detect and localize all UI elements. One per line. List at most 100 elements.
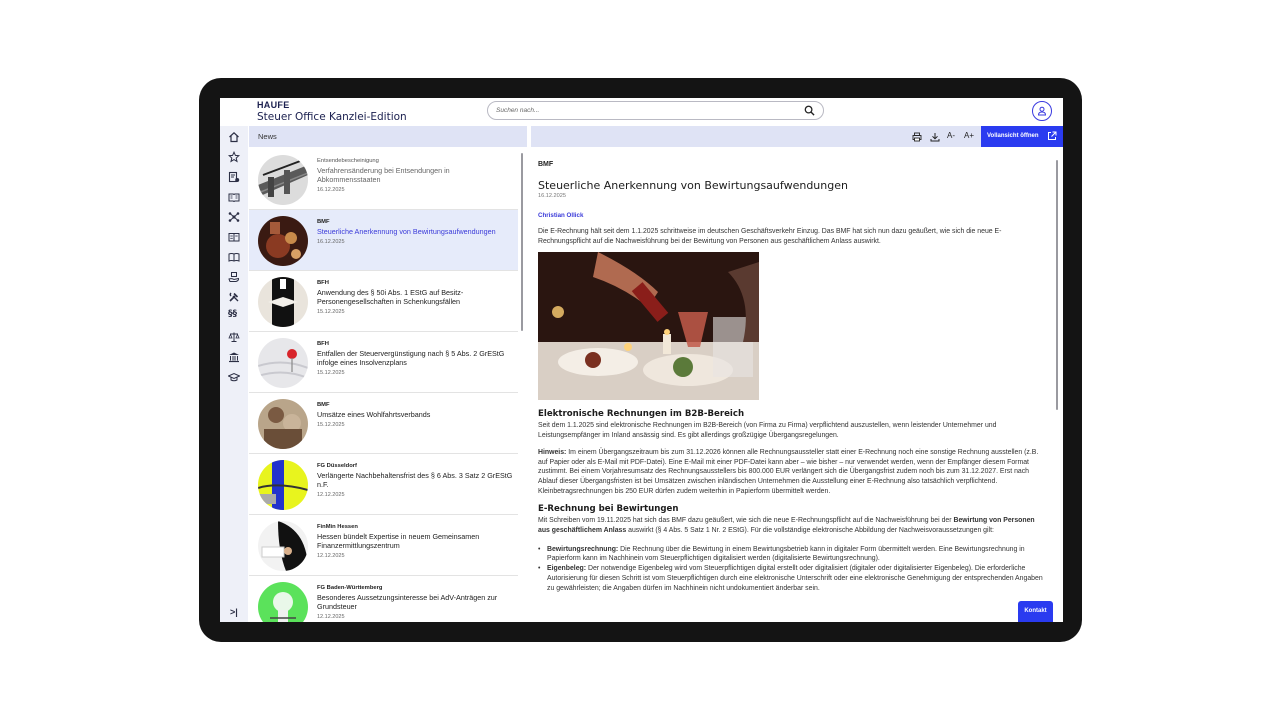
news-heading: News xyxy=(258,132,277,141)
network-icon[interactable] xyxy=(228,210,240,222)
book-icon[interactable] xyxy=(228,250,240,262)
news-title: Verlängerte Nachbehaltensfrist des § 6 A… xyxy=(317,471,513,489)
news-date: 15.12.2025 xyxy=(317,309,345,315)
fullview-button[interactable]: Vollansicht öffnen xyxy=(981,126,1063,147)
news-source: BFH xyxy=(317,341,329,347)
print-icon[interactable] xyxy=(912,132,922,142)
news-title: Verfahrensänderung bei Entsendungen in A… xyxy=(317,166,450,184)
article-image xyxy=(538,252,759,401)
news-thumbnail xyxy=(258,338,308,388)
news-source: BMF xyxy=(317,402,330,408)
search-icon[interactable] xyxy=(804,105,815,116)
news-thumbnail xyxy=(258,277,308,327)
app-window: HAUFE Steuer Office Kanzlei-Edition §§ >… xyxy=(220,98,1063,622)
article-intro: Die E-Rechnung hält seit dem 1.1.2025 sc… xyxy=(538,228,1002,245)
news-date: 16.12.2025 xyxy=(317,239,345,245)
news-title: Besonderes Aussetzungsinteresse bei AdV-… xyxy=(317,593,498,611)
news-source: FG Baden-Württemberg xyxy=(317,585,383,591)
list-item-text: Die Rechnung über die Bewirtung in einem… xyxy=(547,545,1025,563)
user-icon xyxy=(1037,106,1047,116)
news-thumbnail xyxy=(258,216,308,266)
news-title: Entfallen der Steuervergünstigung nach §… xyxy=(317,349,505,367)
search-input[interactable] xyxy=(496,104,796,117)
news-item[interactable]: BMF Umsätze eines Wohlfahrtsverbands 15.… xyxy=(249,393,518,454)
news-item-selected[interactable]: BMF Steuerliche Anerkennung von Bewirtun… xyxy=(249,210,518,271)
sidebar-collapse-toggle[interactable]: >| xyxy=(230,607,238,617)
sidebar: §§ >| xyxy=(220,126,248,622)
news-thumbnail xyxy=(258,155,308,205)
news-item[interactable]: FinMin Hessen Hessen bündelt Expertise i… xyxy=(249,515,518,576)
graduation-icon[interactable] xyxy=(227,370,241,382)
news-title: Anwendung des § 50i Abs. 1 EStG auf Besi… xyxy=(317,288,464,306)
article-author-link[interactable]: Christian Ollick xyxy=(538,212,1044,219)
article-toolbar: A- A+ Vollansicht öffnen xyxy=(531,126,1063,147)
home-icon[interactable] xyxy=(228,130,240,143)
tools-icon[interactable] xyxy=(228,290,240,302)
user-account-button[interactable] xyxy=(1032,101,1052,121)
list-item-text: Der notwendige Eigenbeleg wird vom Steue… xyxy=(547,565,1043,592)
paragraph-text: Mit Schreiben vom 19.11.2025 hat sich da… xyxy=(538,517,954,525)
article-content: BMF Steuerliche Anerkennung von Bewirtun… xyxy=(538,156,1044,622)
increase-font-button[interactable]: A+ xyxy=(964,131,974,140)
news-item[interactable]: Entsendebescheinigung Verfahrensänderung… xyxy=(249,149,518,210)
article-scrollbar[interactable] xyxy=(1056,160,1058,410)
paragraph-icon[interactable]: §§ xyxy=(228,309,240,321)
scale-icon[interactable] xyxy=(228,330,240,342)
article-date: 16.12.2025 xyxy=(538,193,566,199)
article-paragraph: Seit dem 1.1.2025 sind elektronische Rec… xyxy=(538,422,997,440)
section-heading: E-Rechnung bei Bewirtungen xyxy=(538,504,679,515)
decrease-font-button[interactable]: A- xyxy=(947,131,955,140)
news-list: Entsendebescheinigung Verfahrensänderung… xyxy=(249,149,518,622)
news-date: 12.12.2025 xyxy=(317,553,345,559)
list-item: • Bewirtungsrechnung: Die Rechnung über d… xyxy=(538,545,1044,564)
bullet: • xyxy=(538,545,541,553)
article-title: Steuerliche Anerkennung von Bewirtungsau… xyxy=(538,179,848,192)
news-source: BFH xyxy=(317,280,329,286)
reader-icon[interactable] xyxy=(228,230,240,242)
news-item[interactable]: BFH Entfallen der Steuervergünstigung na… xyxy=(249,332,518,393)
box-hand-icon[interactable] xyxy=(228,270,240,282)
news-source: FG Düsseldorf xyxy=(317,463,357,469)
list-item-label: Eigenbeleg: xyxy=(547,565,587,573)
hint-text: Im einem Übergangszeitraum bis zum 31.12… xyxy=(538,448,1039,495)
news-item[interactable]: BFH Anwendung des § 50i Abs. 1 EStG auf … xyxy=(249,271,518,332)
news-title: Umsätze eines Wohlfahrtsverbands xyxy=(317,410,431,419)
list-item-label: Bewirtungsrechnung: xyxy=(547,545,619,553)
news-source: BMF xyxy=(317,219,330,225)
news-date: 15.12.2025 xyxy=(317,370,345,376)
article-source: BMF xyxy=(538,161,554,168)
news-source: FinMin Hessen xyxy=(317,524,358,530)
news-thumbnail xyxy=(258,521,308,571)
search-bar[interactable] xyxy=(487,101,824,120)
app-header: HAUFE Steuer Office Kanzlei-Edition xyxy=(220,98,1063,126)
news-scrollbar[interactable] xyxy=(521,153,523,331)
brand[interactable]: HAUFE Steuer Office Kanzlei-Edition xyxy=(257,100,407,124)
article-paragraph: Mit Schreiben vom 19.11.2025 hat sich da… xyxy=(538,516,1044,535)
news-thumbnail xyxy=(258,460,308,510)
product-name: Steuer Office Kanzlei-Edition xyxy=(257,111,407,123)
news-date: 16.12.2025 xyxy=(317,187,345,193)
news-date: 12.12.2025 xyxy=(317,492,345,498)
bank-icon[interactable] xyxy=(228,350,240,363)
news-item[interactable]: FG Düsseldorf Verlängerte Nachbehaltensf… xyxy=(249,454,518,515)
star-icon[interactable] xyxy=(227,150,241,163)
hint-paragraph: Hinweis: Im einem Übergangszeitraum bis … xyxy=(538,448,1044,497)
contact-button[interactable]: Kontakt xyxy=(1018,601,1053,622)
news-date: 12.12.2025 xyxy=(317,614,345,620)
list-item: • Eigenbeleg: Der notwendige Eigenbeleg w… xyxy=(538,564,1044,593)
news-title: Steuerliche Anerkennung von Bewirtungsau… xyxy=(317,227,496,236)
news-item[interactable]: FG Baden-Württemberg Besonderes Aussetzu… xyxy=(249,576,518,622)
paragraph-text: auswirkt (§ 4 Abs. 5 Satz 1 Nr. 2 EStG).… xyxy=(626,527,994,535)
fullview-label: Vollansicht öffnen xyxy=(987,133,1039,139)
bullet: • xyxy=(538,565,541,573)
news-title: Hessen bündelt Expertise in neuem Gemein… xyxy=(317,532,480,550)
external-link-icon xyxy=(1048,131,1057,140)
download-icon[interactable] xyxy=(930,132,940,142)
news-date: 15.12.2025 xyxy=(317,422,345,428)
book-open-icon[interactable] xyxy=(228,190,240,203)
news-source: Entsendebescheinigung xyxy=(317,158,379,164)
document-settings-icon[interactable] xyxy=(228,170,240,183)
hint-label: Hinweis: xyxy=(538,448,567,456)
news-panel-header: News xyxy=(249,126,527,147)
section-heading: Elektronische Rechnungen im B2B-Bereich xyxy=(538,409,745,420)
